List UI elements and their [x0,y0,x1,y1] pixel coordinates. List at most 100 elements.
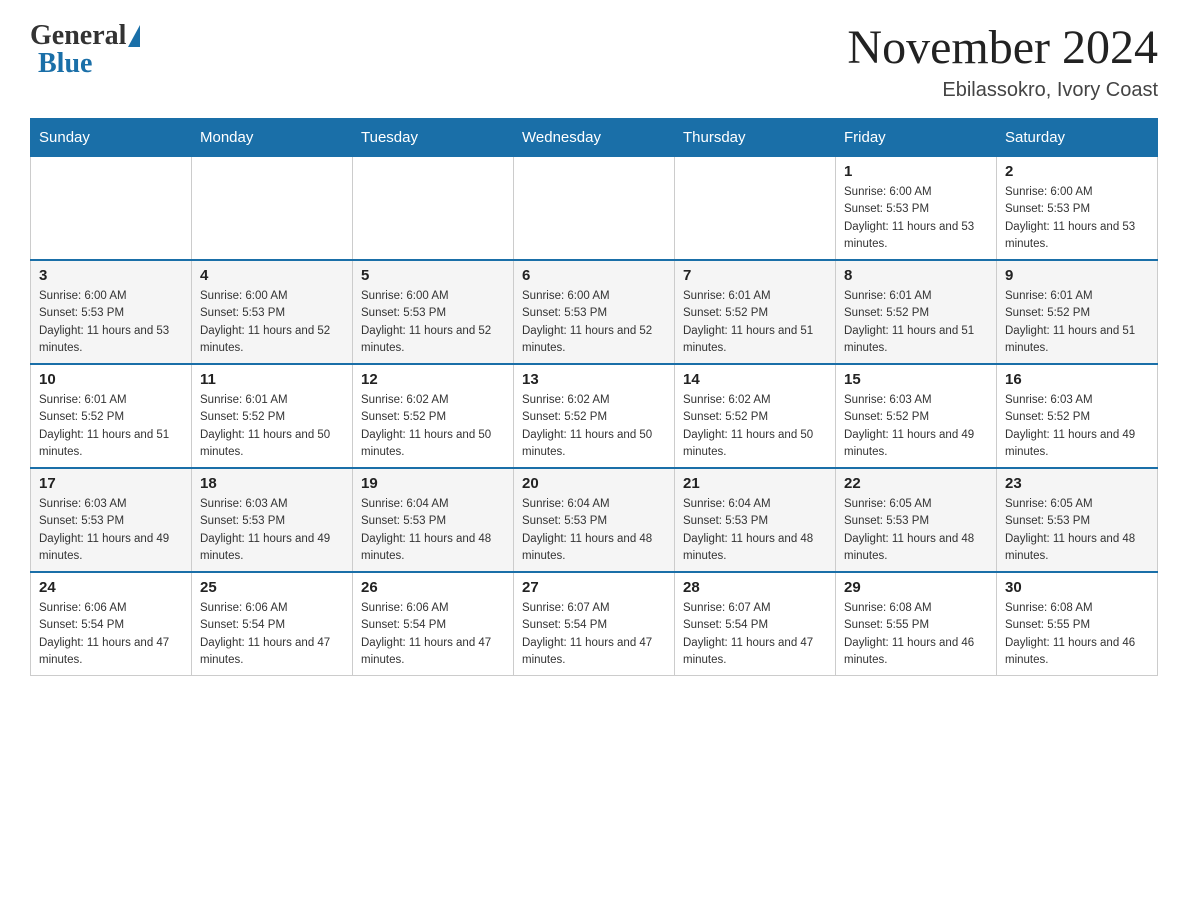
day-number: 23 [1005,475,1149,492]
day-number: 16 [1005,371,1149,388]
day-info: Sunrise: 6:05 AMSunset: 5:53 PMDaylight:… [1005,496,1149,565]
day-cell: 2 Sunrise: 6:00 AMSunset: 5:53 PMDaylight… [997,157,1158,261]
day-number: 7 [683,267,827,284]
week-row-4: 17 Sunrise: 6:03 AMSunset: 5:53 PMDayligh… [31,468,1158,572]
header-wednesday: Wednesday [514,119,675,157]
header-thursday: Thursday [675,119,836,157]
day-cell: 4 Sunrise: 6:00 AMSunset: 5:53 PMDaylight… [192,260,353,364]
day-number: 21 [683,475,827,492]
day-cell: 11 Sunrise: 6:01 AMSunset: 5:52 PMDayligh… [192,364,353,468]
day-cell: 22 Sunrise: 6:05 AMSunset: 5:53 PMDayligh… [836,468,997,572]
day-number: 29 [844,579,988,596]
day-number: 22 [844,475,988,492]
day-info: Sunrise: 6:04 AMSunset: 5:53 PMDaylight:… [522,496,666,565]
day-cell: 9 Sunrise: 6:01 AMSunset: 5:52 PMDaylight… [997,260,1158,364]
week-row-2: 3 Sunrise: 6:00 AMSunset: 5:53 PMDaylight… [31,260,1158,364]
day-cell [31,157,192,261]
day-number: 25 [200,579,344,596]
day-number: 24 [39,579,183,596]
day-cell: 17 Sunrise: 6:03 AMSunset: 5:53 PMDayligh… [31,468,192,572]
day-info: Sunrise: 6:03 AMSunset: 5:53 PMDaylight:… [200,496,344,565]
logo: General Blue [30,20,140,80]
day-number: 2 [1005,163,1149,180]
day-info: Sunrise: 6:00 AMSunset: 5:53 PMDaylight:… [1005,184,1149,253]
day-info: Sunrise: 6:04 AMSunset: 5:53 PMDaylight:… [361,496,505,565]
day-info: Sunrise: 6:06 AMSunset: 5:54 PMDaylight:… [200,600,344,669]
header-saturday: Saturday [997,119,1158,157]
day-cell [192,157,353,261]
day-cell: 15Sunrise: 6:03 AMSunset: 5:52 PMDayligh… [836,364,997,468]
page-header: General Blue November 2024 Ebilassokro, … [30,20,1158,102]
day-info: Sunrise: 6:01 AMSunset: 5:52 PMDaylight:… [200,392,344,461]
day-cell: 3 Sunrise: 6:00 AMSunset: 5:53 PMDaylight… [31,260,192,364]
day-number: 6 [522,267,666,284]
day-info: Sunrise: 6:03 AMSunset: 5:53 PMDaylight:… [39,496,183,565]
week-row-5: 24 Sunrise: 6:06 AMSunset: 5:54 PMDayligh… [31,572,1158,676]
day-cell: 27 Sunrise: 6:07 AMSunset: 5:54 PMDayligh… [514,572,675,676]
day-cell: 6 Sunrise: 6:00 AMSunset: 5:53 PMDaylight… [514,260,675,364]
day-cell: 1 Sunrise: 6:00 AMSunset: 5:53 PMDaylight… [836,157,997,261]
header-friday: Friday [836,119,997,157]
day-number: 8 [844,267,988,284]
day-info: Sunrise: 6:07 AMSunset: 5:54 PMDaylight:… [683,600,827,669]
day-info: Sunrise: 6:01 AMSunset: 5:52 PMDaylight:… [844,288,988,357]
day-number: 10 [39,371,183,388]
logo-triangle-icon [128,25,140,47]
day-number: 9 [1005,267,1149,284]
day-info: Sunrise: 6:01 AMSunset: 5:52 PMDaylight:… [1005,288,1149,357]
day-number: 27 [522,579,666,596]
day-cell: 12Sunrise: 6:02 AMSunset: 5:52 PMDayligh… [353,364,514,468]
header-monday: Monday [192,119,353,157]
header-sunday: Sunday [31,119,192,157]
day-number: 3 [39,267,183,284]
day-info: Sunrise: 6:02 AMSunset: 5:52 PMDaylight:… [683,392,827,461]
day-cell: 18 Sunrise: 6:03 AMSunset: 5:53 PMDayligh… [192,468,353,572]
day-number: 26 [361,579,505,596]
day-number: 15 [844,371,988,388]
day-info: Sunrise: 6:02 AMSunset: 5:52 PMDaylight:… [361,392,505,461]
day-cell: 23 Sunrise: 6:05 AMSunset: 5:53 PMDayligh… [997,468,1158,572]
day-number: 13 [522,371,666,388]
day-cell: 28 Sunrise: 6:07 AMSunset: 5:54 PMDayligh… [675,572,836,676]
day-cell [514,157,675,261]
day-cell: 25 Sunrise: 6:06 AMSunset: 5:54 PMDayligh… [192,572,353,676]
week-row-3: 10 Sunrise: 6:01 AMSunset: 5:52 PMDayligh… [31,364,1158,468]
day-info: Sunrise: 6:08 AMSunset: 5:55 PMDaylight:… [844,600,988,669]
day-cell: 20 Sunrise: 6:04 AMSunset: 5:53 PMDayligh… [514,468,675,572]
day-cell: 7 Sunrise: 6:01 AMSunset: 5:52 PMDaylight… [675,260,836,364]
day-info: Sunrise: 6:01 AMSunset: 5:52 PMDaylight:… [683,288,827,357]
day-cell: 10 Sunrise: 6:01 AMSunset: 5:52 PMDayligh… [31,364,192,468]
day-info: Sunrise: 6:07 AMSunset: 5:54 PMDaylight:… [522,600,666,669]
day-number: 30 [1005,579,1149,596]
day-info: Sunrise: 6:02 AMSunset: 5:52 PMDaylight:… [522,392,666,461]
header-tuesday: Tuesday [353,119,514,157]
day-number: 20 [522,475,666,492]
day-cell: 24 Sunrise: 6:06 AMSunset: 5:54 PMDayligh… [31,572,192,676]
day-number: 1 [844,163,988,180]
day-info: Sunrise: 6:01 AMSunset: 5:52 PMDaylight:… [39,392,183,461]
day-cell: 5 Sunrise: 6:00 AMSunset: 5:53 PMDaylight… [353,260,514,364]
day-info: Sunrise: 6:00 AMSunset: 5:53 PMDaylight:… [200,288,344,357]
day-cell: 19 Sunrise: 6:04 AMSunset: 5:53 PMDayligh… [353,468,514,572]
day-cell: 14Sunrise: 6:02 AMSunset: 5:52 PMDayligh… [675,364,836,468]
day-number: 18 [200,475,344,492]
title-area: November 2024 Ebilassokro, Ivory Coast [847,20,1158,102]
day-cell: 16Sunrise: 6:03 AMSunset: 5:52 PMDayligh… [997,364,1158,468]
day-info: Sunrise: 6:00 AMSunset: 5:53 PMDaylight:… [361,288,505,357]
day-info: Sunrise: 6:00 AMSunset: 5:53 PMDaylight:… [522,288,666,357]
day-info: Sunrise: 6:08 AMSunset: 5:55 PMDaylight:… [1005,600,1149,669]
day-number: 28 [683,579,827,596]
day-info: Sunrise: 6:00 AMSunset: 5:53 PMDaylight:… [844,184,988,253]
day-info: Sunrise: 6:06 AMSunset: 5:54 PMDaylight:… [361,600,505,669]
day-number: 11 [200,371,344,388]
month-title: November 2024 [847,20,1158,75]
day-cell [675,157,836,261]
day-number: 17 [39,475,183,492]
day-info: Sunrise: 6:06 AMSunset: 5:54 PMDaylight:… [39,600,183,669]
day-info: Sunrise: 6:00 AMSunset: 5:53 PMDaylight:… [39,288,183,357]
day-number: 4 [200,267,344,284]
day-info: Sunrise: 6:05 AMSunset: 5:53 PMDaylight:… [844,496,988,565]
calendar-table: SundayMondayTuesdayWednesdayThursdayFrid… [30,118,1158,676]
day-number: 19 [361,475,505,492]
day-number: 5 [361,267,505,284]
